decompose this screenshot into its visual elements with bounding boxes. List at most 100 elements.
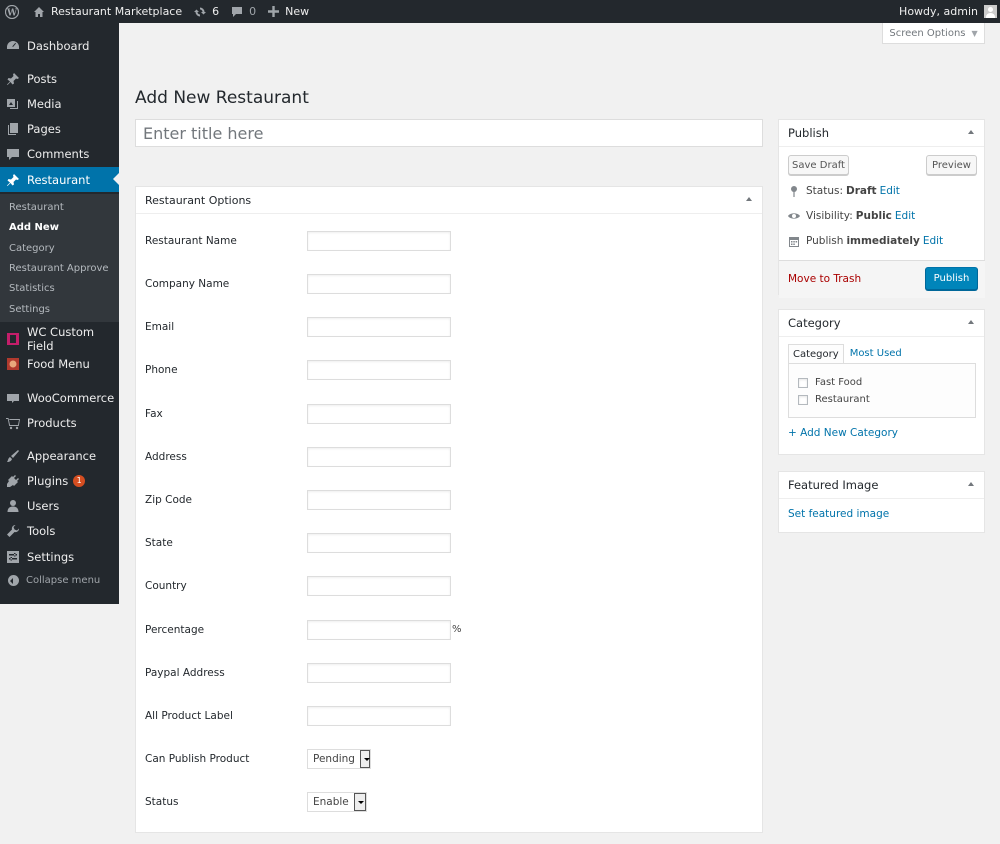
site-name-link[interactable]: Restaurant Marketplace: [27, 0, 188, 23]
pages-icon: [6, 122, 20, 136]
submenu-statistics[interactable]: Statistics: [9, 283, 55, 294]
category-label: Restaurant: [815, 394, 870, 405]
collapse-arrow-icon: [8, 575, 19, 586]
dropdown-arrow-icon[interactable]: [359, 750, 370, 768]
screen-options-label: Screen Options: [889, 27, 966, 39]
address-input[interactable]: [307, 447, 451, 467]
new-label: New: [285, 5, 310, 18]
menu-tools[interactable]: Tools: [0, 518, 119, 543]
field-label: Can Publish Product: [145, 753, 250, 765]
menu-dashboard[interactable]: Dashboard: [0, 33, 119, 58]
all-product-label-input[interactable]: [307, 706, 451, 726]
collapse-label: Collapse menu: [26, 575, 101, 586]
dropdown-arrow-icon[interactable]: [353, 793, 366, 811]
save-draft-button[interactable]: Save Draft: [788, 155, 849, 175]
menu-food-menu[interactable]: Food Menu: [0, 351, 119, 376]
featured-image-header[interactable]: Featured Image: [779, 472, 984, 499]
field-label: State: [145, 537, 173, 549]
field-label: Status: [145, 796, 179, 808]
edit-visibility-link[interactable]: Edit: [895, 210, 915, 222]
menu-label: Plugins: [27, 473, 69, 488]
restaurant-options-header[interactable]: Restaurant Options: [136, 187, 762, 214]
post-title-input[interactable]: [135, 119, 763, 147]
menu-comments[interactable]: Comments: [0, 141, 119, 166]
company-name-input[interactable]: [307, 274, 451, 294]
menu-posts[interactable]: Posts: [0, 66, 119, 91]
submenu-restaurant[interactable]: Restaurant: [9, 202, 64, 213]
tab-all-categories[interactable]: Category: [788, 344, 844, 365]
menu-restaurant[interactable]: Restaurant: [0, 167, 119, 192]
submenu-add-new[interactable]: Add New: [9, 222, 59, 233]
menu-plugins[interactable]: Plugins 1: [0, 468, 119, 493]
paypal-address-input[interactable]: [307, 663, 451, 683]
set-featured-image-link[interactable]: Set featured image: [788, 508, 889, 520]
preview-button[interactable]: Preview: [926, 155, 977, 175]
fax-input[interactable]: [307, 404, 451, 424]
can-publish-product-select[interactable]: Pending: [307, 749, 371, 769]
status-select[interactable]: Enable: [307, 792, 367, 812]
category-checkbox[interactable]: [798, 394, 808, 405]
svg-text:W: W: [6, 8, 18, 18]
category-header[interactable]: Category: [779, 310, 984, 337]
state-input[interactable]: [307, 533, 451, 553]
toggle-arrow-icon[interactable]: [968, 320, 974, 324]
field-label: Percentage: [145, 624, 205, 636]
menu-products[interactable]: Products: [0, 410, 119, 435]
submenu-category[interactable]: Category: [9, 243, 55, 254]
select-value: Enable: [313, 796, 349, 808]
submenu-restaurant-approve[interactable]: Restaurant Approve: [9, 263, 109, 274]
wordpress-logo[interactable]: W: [0, 0, 27, 23]
percentage-input[interactable]: [307, 620, 451, 640]
visibility-label: Visibility:: [806, 210, 853, 222]
menu-appearance[interactable]: Appearance: [0, 443, 119, 468]
avatar: [984, 5, 997, 18]
toggle-arrow-icon[interactable]: [746, 197, 752, 201]
howdy-text: Howdy, admin: [899, 5, 978, 18]
box-title: Publish: [788, 126, 829, 140]
field-label: Fax: [145, 408, 163, 420]
category-checkbox[interactable]: [798, 377, 808, 388]
menu-pages[interactable]: Pages: [0, 116, 119, 141]
publish-button[interactable]: Publish: [925, 267, 978, 290]
tab-most-used[interactable]: Most Used: [846, 344, 906, 365]
pin-icon: [788, 185, 800, 197]
my-account[interactable]: Howdy, admin: [899, 5, 1000, 18]
category-label: Fast Food: [815, 377, 863, 388]
menu-wc-custom-field[interactable]: WC Custom Field: [0, 325, 119, 353]
email-input[interactable]: [307, 317, 451, 337]
menu-users[interactable]: Users: [0, 493, 119, 518]
category-item[interactable]: Restaurant: [798, 394, 870, 405]
comments-link[interactable]: 0: [225, 0, 262, 23]
publish-box: Publish Save Draft Preview Status: Draft…: [778, 119, 985, 298]
menu-settings[interactable]: Settings: [0, 544, 119, 569]
menu-label: Products: [27, 415, 77, 430]
submenu-settings[interactable]: Settings: [9, 304, 50, 315]
edit-status-link[interactable]: Edit: [880, 185, 900, 197]
publish-header[interactable]: Publish: [779, 120, 984, 147]
updates-link[interactable]: 6: [188, 0, 225, 23]
menu-label: Dashboard: [27, 38, 90, 53]
plus-icon: [268, 6, 280, 17]
move-to-trash-link[interactable]: Move to Trash: [788, 273, 861, 285]
menu-label: Settings: [27, 549, 75, 564]
field-label: Address: [145, 451, 187, 463]
screen-options-button[interactable]: Screen Options ▼: [882, 23, 985, 44]
country-input[interactable]: [307, 576, 451, 596]
toggle-arrow-icon[interactable]: [968, 482, 974, 486]
menu-media[interactable]: Media: [0, 91, 119, 116]
page-title: Add New Restaurant: [135, 88, 309, 108]
publish-time: Publish immediately Edit: [788, 235, 943, 247]
phone-input[interactable]: [307, 360, 451, 380]
restaurant-name-input[interactable]: [307, 231, 451, 251]
category-item[interactable]: Fast Food: [798, 377, 862, 388]
zip-code-input[interactable]: [307, 490, 451, 510]
collapse-menu-button[interactable]: Collapse menu: [8, 575, 100, 586]
add-new-category-link[interactable]: + Add New Category: [788, 427, 898, 439]
wordpress-icon: W: [5, 4, 19, 19]
field-label: Email: [145, 321, 175, 333]
field-label: Zip Code: [145, 494, 192, 506]
edit-publish-time-link[interactable]: Edit: [923, 235, 943, 247]
new-content-link[interactable]: New: [262, 0, 315, 23]
menu-woocommerce[interactable]: WooCommerce: [0, 385, 119, 410]
toggle-arrow-icon[interactable]: [968, 130, 974, 134]
